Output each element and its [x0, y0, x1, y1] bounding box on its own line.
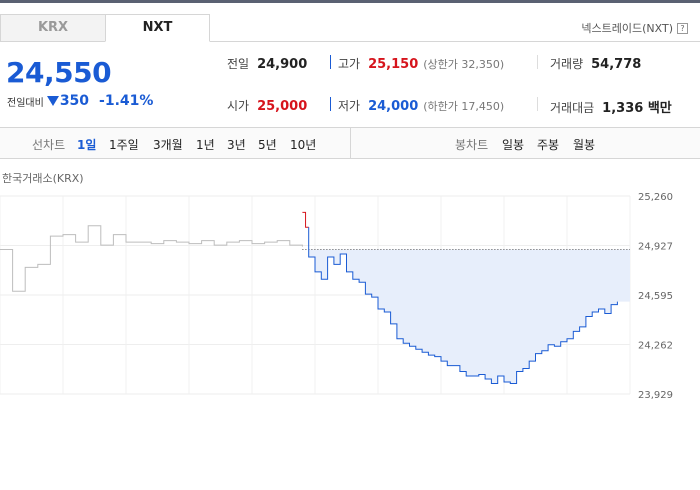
candle-chart-label: 봉차트 — [455, 138, 489, 152]
period-daily[interactable]: 일봉 — [502, 136, 524, 153]
market-label: 넥스트레이드(NXT) ? — [581, 20, 688, 36]
y-tick-label: 24,927 — [638, 242, 673, 253]
divider — [330, 97, 331, 111]
series-line-krx — [0, 225, 303, 292]
period-1w[interactable]: 1주일 — [109, 136, 139, 153]
period-bar: 선차트 1일 1주일 3개월 1년 3년 5년 10년 봉차트 일봉 주봉 월봉 — [0, 127, 700, 159]
stat-label: 시가 — [227, 99, 250, 113]
stat-label: 전일 — [227, 57, 250, 71]
stats-panel: 전일 24,900 시가 25,000 고가 25,150 (상한가 32,35… — [215, 49, 700, 127]
stat-value: 24,900 — [257, 57, 308, 72]
price-change: 전일대비 350 -1.41% — [7, 93, 153, 109]
down-triangle-icon — [46, 96, 59, 106]
period-1d[interactable]: 1일 — [77, 136, 96, 153]
stat-high: 고가 25,150 (상한가 32,350) — [338, 55, 504, 72]
top-border — [0, 0, 700, 3]
period-3y[interactable]: 3년 — [227, 136, 246, 153]
below-baseline-fill — [305, 249, 630, 384]
y-tick-label: 23,929 — [638, 390, 673, 400]
divider — [537, 97, 538, 111]
tab-underline — [210, 41, 700, 42]
stat-label: 고가 — [338, 57, 361, 71]
y-tick-label: 24,262 — [638, 341, 673, 352]
tab-nxt[interactable]: NXT — [105, 14, 210, 42]
divider — [537, 55, 538, 69]
divider — [330, 55, 331, 69]
stat-prev-close: 전일 24,900 — [227, 55, 307, 72]
current-price: 24,550 — [6, 56, 112, 89]
period-weekly[interactable]: 주봉 — [537, 136, 559, 153]
change-label: 전일대비 — [7, 97, 44, 109]
period-5y[interactable]: 5년 — [258, 136, 277, 153]
price-chart: 25,260 24,927 24,595 24,262 23,929 — [0, 192, 673, 400]
stat-value: 54,778 — [591, 57, 642, 72]
stat-open: 시가 25,000 — [227, 97, 307, 114]
stat-volume: 거래량 54,778 — [550, 55, 641, 72]
stat-value: 25,000 — [257, 99, 308, 114]
y-axis-ticks: 25,260 24,927 24,595 24,262 23,929 — [638, 192, 673, 400]
stat-value: 24,000 — [368, 99, 419, 114]
stat-label: 거래량 — [550, 57, 584, 71]
bar-separator — [350, 128, 351, 158]
stat-amount: 거래대금 1,336 백만 — [550, 97, 672, 116]
period-1y[interactable]: 1년 — [196, 136, 215, 153]
stat-label: 거래대금 — [550, 101, 595, 115]
help-icon[interactable]: ? — [677, 22, 688, 34]
stat-label: 저가 — [338, 99, 361, 113]
stat-low: 저가 24,000 (하한가 17,450) — [338, 97, 504, 114]
stat-value: 25,150 — [368, 57, 419, 72]
change-value: 350 — [59, 93, 90, 109]
period-3m[interactable]: 3개월 — [153, 136, 183, 153]
tab-krx[interactable]: KRX — [0, 14, 105, 42]
y-tick-label: 24,595 — [638, 291, 673, 302]
stat-sub: (하한가 17,450) — [423, 100, 505, 113]
stat-sub: (상한가 32,350) — [423, 58, 505, 71]
y-tick-label: 25,260 — [638, 192, 673, 203]
market-name: 넥스트레이드(NXT) — [581, 22, 673, 35]
period-monthly[interactable]: 월봉 — [573, 136, 595, 153]
change-percent: -1.41% — [99, 93, 154, 109]
stat-value: 1,336 백만 — [602, 101, 672, 116]
line-chart-label: 선차트 — [32, 138, 66, 152]
period-10y[interactable]: 10년 — [290, 136, 316, 153]
series-line-nxt-up — [302, 211, 309, 228]
chart-source-label: 한국거래소(KRX) — [2, 172, 84, 185]
exchange-tabs: KRX NXT — [0, 14, 210, 42]
